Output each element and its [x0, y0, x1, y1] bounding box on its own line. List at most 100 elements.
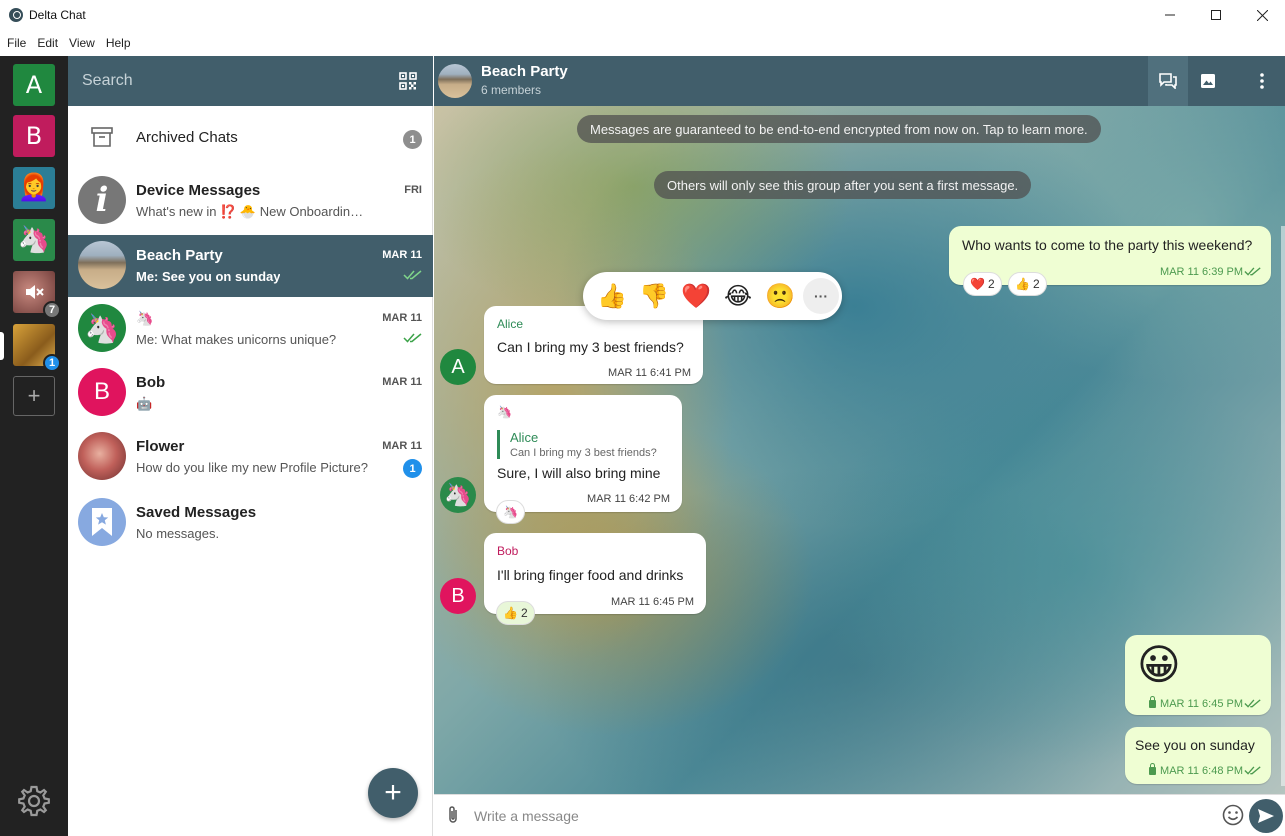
chat-subtitle: 6 members — [481, 83, 542, 97]
chat-date: MAR 11 — [382, 249, 422, 261]
encryption-info-message[interactable]: Messages are guaranteed to be end-to-end… — [577, 115, 1101, 143]
message-time: MAR 11 6:41 PM — [608, 367, 691, 379]
react-thumbs-up-option[interactable]: 👍 — [591, 276, 633, 316]
reaction-heart[interactable]: ❤️ 2 — [963, 272, 1002, 296]
info-avatar: i — [78, 176, 126, 224]
thumbs-up-emoji: 👍 — [1015, 277, 1030, 291]
reaction-unicorn[interactable]: 🦄 — [496, 500, 525, 524]
reaction-thumbs-up[interactable]: 👍 2 — [496, 601, 535, 625]
account-avatar-unicorn[interactable]: 🦄 — [13, 219, 55, 261]
chat-row-flower[interactable]: Flower How do you like my new Profile Pi… — [68, 426, 433, 488]
message-author: 🦄 — [497, 405, 512, 419]
archive-icon — [91, 127, 113, 152]
bob-avatar[interactable]: B — [440, 578, 476, 614]
chat-view-button[interactable] — [1148, 56, 1188, 106]
send-icon — [1258, 809, 1274, 823]
message-bubble-emoji[interactable]: 😀 MAR 11 6:45 PM — [1125, 635, 1271, 715]
react-heart-option[interactable]: ❤️ — [675, 276, 717, 316]
reaction-thumbs-up[interactable]: 👍 2 — [1008, 272, 1047, 296]
close-button[interactable] — [1239, 0, 1285, 30]
group-info-message: Others will only see this group after yo… — [654, 171, 1032, 199]
more-reactions-button[interactable]: ··· — [803, 278, 839, 314]
message-input[interactable] — [474, 803, 1214, 829]
delta-chat-icon — [9, 8, 23, 22]
double-check-icon — [1244, 699, 1261, 708]
menu-view[interactable]: View — [65, 36, 99, 50]
chat-row-unicorn[interactable]: 🦄 🦄 Me: What makes unicorns unique? MAR … — [68, 298, 433, 360]
qr-code-icon — [399, 72, 417, 90]
chat-preview: What's new in ⁉️ 🐣 New Onboarding: … — [136, 204, 366, 219]
lock-icon — [1149, 763, 1157, 775]
double-check-icon — [403, 270, 422, 280]
maximize-button[interactable] — [1193, 0, 1239, 30]
account-unread-badge: 7 — [43, 301, 61, 319]
double-check-icon — [1244, 267, 1261, 276]
chat-date: FRI — [404, 184, 422, 196]
quoted-message[interactable]: Alice Can I bring my 3 best friends? — [497, 430, 657, 459]
account-muted[interactable]: 7 — [13, 271, 61, 319]
message-composer — [434, 794, 1285, 836]
new-chat-button[interactable]: + — [368, 768, 418, 818]
message-bubble-unicorn[interactable]: 🦄 Alice Can I bring my 3 best friends? S… — [484, 395, 682, 512]
settings-button[interactable] — [17, 784, 51, 818]
image-icon — [1201, 74, 1215, 88]
quote-text: Can I bring my 3 best friends? — [510, 447, 657, 459]
react-thumbs-down-option[interactable]: 👎 — [633, 276, 675, 316]
unicorn-avatar[interactable]: 🦄 — [440, 477, 476, 513]
qr-code-button[interactable] — [399, 72, 417, 90]
attach-button[interactable] — [446, 805, 460, 830]
search-input[interactable] — [82, 66, 382, 96]
heart-emoji: ❤️ — [970, 277, 985, 291]
chat-date: MAR 11 — [382, 312, 422, 324]
minimize-button[interactable] — [1147, 0, 1193, 30]
react-sad-option[interactable]: 🙁 — [759, 276, 801, 316]
thumbs-up-emoji: 👍 — [503, 606, 518, 620]
message-author: Bob — [497, 544, 519, 558]
unread-badge: 1 — [403, 459, 422, 478]
react-laugh-option[interactable]: 😂 — [717, 276, 759, 316]
paperclip-icon — [449, 806, 457, 823]
chat-row-bob[interactable]: B Bob 🤖 MAR 11 — [68, 362, 433, 424]
chat-row-device-messages[interactable]: i Device Messages What's new in ⁉️ 🐣 New… — [68, 170, 433, 232]
message-text: Sure, I will also bring mine — [497, 465, 661, 481]
chat-row-saved-messages[interactable]: Saved Messages No messages. — [68, 492, 433, 554]
reaction-count: 2 — [987, 277, 995, 291]
account-a[interactable]: A — [13, 64, 55, 106]
smiley-icon — [1222, 804, 1244, 826]
conversation-panel: Beach Party 6 members Messages are guara… — [434, 56, 1285, 836]
reaction-count: 2 — [520, 606, 528, 620]
menu-edit[interactable]: Edit — [33, 36, 62, 50]
unicorn-emoji: 🦄 — [503, 505, 518, 519]
chat-preview: 🤖 — [136, 396, 153, 411]
message-text: See you on sunday — [1135, 737, 1255, 753]
chat-title[interactable]: Beach Party — [481, 63, 568, 80]
chat-name: 🦄 — [136, 310, 154, 326]
account-unread-badge: 1 — [43, 354, 61, 372]
message-text: Who wants to come to the party this week… — [962, 237, 1253, 253]
archived-chats-row[interactable]: Archived Chats 1 — [68, 108, 433, 170]
add-account-button[interactable]: + — [13, 376, 55, 416]
message-bubble-outgoing[interactable]: See you on sunday MAR 11 6:48 PM — [1125, 727, 1271, 784]
menu-help[interactable]: Help — [102, 36, 135, 50]
flower-avatar — [78, 432, 126, 480]
media-gallery-button[interactable] — [1188, 56, 1228, 106]
emoji-picker-button[interactable] — [1222, 804, 1244, 831]
account-active[interactable]: 1 — [13, 324, 61, 372]
chat-preview: No messages. — [136, 526, 220, 541]
active-account-indicator — [0, 332, 4, 360]
menu-file[interactable]: File — [3, 36, 30, 50]
group-avatar[interactable] — [438, 64, 472, 98]
double-check-icon — [1244, 766, 1261, 775]
message-time: MAR 11 6:48 PM — [1149, 763, 1243, 777]
chat-row-beach-party[interactable]: Beach Party Me: See you on sunday MAR 11 — [68, 235, 433, 297]
send-button[interactable] — [1249, 799, 1283, 833]
bookmark-star-icon — [92, 508, 112, 536]
message-scrollbar[interactable] — [1281, 226, 1285, 786]
muted-speaker-icon — [26, 285, 44, 299]
account-b[interactable]: B — [13, 115, 55, 157]
maximize-icon — [1211, 10, 1221, 20]
account-avatar-woman[interactable]: 👩‍🦰 — [13, 167, 55, 209]
alice-avatar[interactable]: A — [440, 349, 476, 385]
more-options-button[interactable] — [1242, 56, 1282, 106]
message-time: MAR 11 6:42 PM — [587, 493, 670, 505]
